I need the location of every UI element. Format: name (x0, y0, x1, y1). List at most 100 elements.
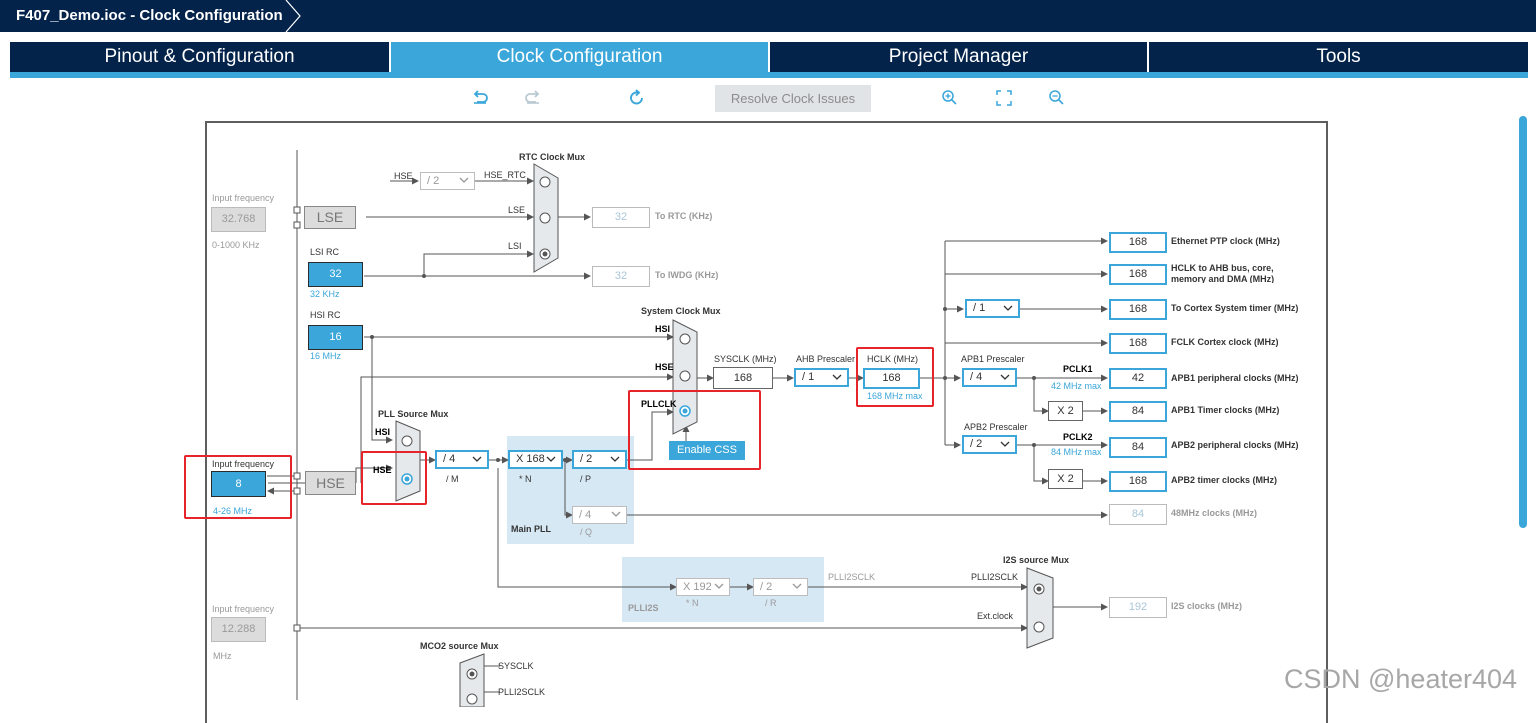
rtc-hse-divider-select[interactable]: / 2 (420, 172, 475, 190)
pll-q-label: / Q (580, 527, 593, 537)
chevron-down-icon (472, 456, 482, 462)
apb2-prescaler-label: APB2 Prescaler (964, 422, 1028, 432)
plli2s-r-divider-select[interactable]: / 2 (753, 578, 808, 596)
rtc-clock-mux-title: RTC Clock Mux (519, 152, 586, 162)
chevron-down-icon (714, 583, 724, 589)
chevron-down-icon (610, 456, 620, 462)
lsi-unit-label: 32 KHz (310, 289, 340, 299)
hclk-ahb-label: HCLK to AHB bus, core, (1171, 263, 1274, 273)
apb2-timer-multiplier: X 2 (1048, 469, 1083, 489)
rtc-lse-label: LSE (508, 205, 526, 215)
i2s-clocks-label: I2S clocks (MHz) (1171, 601, 1243, 611)
pclk1-max-label: 42 MHz max (1051, 381, 1102, 391)
pll-q-divider-select[interactable]: / 4 (572, 506, 627, 524)
rtc-lsi-label: LSI (508, 241, 522, 251)
fclk-cortex-label: FCLK Cortex clock (MHz) (1171, 337, 1279, 347)
pllclk-highlight (628, 390, 761, 470)
chevron-down-icon (546, 456, 556, 462)
sysmux-hse-label: HSE (655, 362, 674, 372)
apb1-timer-clocks-field[interactable]: 84 (1109, 401, 1167, 422)
hse-source-box: HSE (305, 471, 356, 495)
system-clock-mux-title: System Clock Mux (641, 306, 721, 316)
48mhz-clocks-label: 48MHz clocks (MHz) (1171, 508, 1258, 518)
plli2s-label: PLLI2S (628, 603, 659, 613)
plli2s-n-label: * N (686, 598, 699, 608)
hse-rtc-label: HSE_RTC (484, 170, 526, 180)
apb2-peripheral-clocks-label: APB2 peripheral clocks (MHz) (1171, 440, 1299, 450)
ext-unit-label: MHz (213, 651, 232, 661)
apb2-peripheral-clocks-field[interactable]: 84 (1109, 437, 1167, 458)
hclk-highlight (856, 347, 934, 407)
lse-input-frequency-field: 32.768 (211, 207, 266, 232)
lse-range-label: 0-1000 KHz (212, 240, 260, 250)
hsi-rc-label: HSI RC (310, 310, 341, 320)
lsi-rc-label: LSI RC (310, 247, 340, 257)
pll-src-hsi-label: HSI (375, 427, 391, 437)
ext-input-frequency-label: Input frequency (212, 604, 275, 614)
i2s-mux-extclock-label: Ext.clock (977, 611, 1014, 621)
chevron-down-icon (611, 511, 621, 517)
lse-source-box: LSE (304, 206, 356, 229)
fclk-cortex-field[interactable]: 168 (1109, 333, 1167, 354)
mco2-source-mux (459, 653, 485, 707)
ethernet-ptp-clock-label: Ethernet PTP clock (MHz) (1171, 236, 1280, 246)
apb2-prescaler-select[interactable]: / 2 (962, 435, 1017, 454)
apb2-timer-clocks-label: APB2 timer clocks (MHz) (1171, 475, 1278, 485)
chevron-down-icon (832, 374, 842, 380)
to-iwdg-label: To IWDG (KHz) (655, 270, 719, 280)
plli2s-n-multiplier-select[interactable]: X 192 (676, 578, 730, 596)
iwdg-output-field: 32 (592, 266, 650, 287)
sysmux-hsi-label: HSI (655, 324, 671, 334)
cortex-system-timer-field[interactable]: 168 (1109, 299, 1167, 320)
sysclk-value-field[interactable]: 168 (713, 367, 773, 389)
to-rtc-label: To RTC (KHz) (655, 211, 713, 221)
pll-n-multiplier-select[interactable]: X 168 (508, 450, 563, 469)
main-pll-label: Main PLL (511, 524, 551, 534)
pll-p-divider-select[interactable]: / 2 (572, 450, 627, 469)
lse-input-frequency-label: Input frequency (212, 193, 275, 203)
apb1-prescaler-select[interactable]: / 4 (962, 368, 1017, 387)
apb1-timer-multiplier: X 2 (1048, 401, 1083, 421)
ethernet-ptp-clock-field[interactable]: 168 (1109, 232, 1167, 253)
pll-m-label: / M (446, 474, 459, 484)
plli2s-r-label: / R (765, 598, 777, 608)
watermark-text: CSDN @heater404 (1284, 664, 1518, 694)
apb2-timer-clocks-field[interactable]: 168 (1109, 471, 1167, 492)
hse-input-highlight (184, 455, 292, 519)
lsi-rc-value: 32 (308, 262, 363, 287)
rtc-hse-label: HSE (394, 171, 413, 181)
pclk1-label: PCLK1 (1063, 364, 1093, 374)
i2s-mux-plli2sclk-label: PLLI2SCLK (971, 572, 1019, 582)
pclk2-label: PCLK2 (1063, 432, 1093, 442)
mco2-sysclk-label: SYSCLK (498, 661, 534, 671)
pclk2-max-label: 84 MHz max (1051, 447, 1102, 457)
pll-m-divider-select[interactable]: / 4 (435, 450, 489, 469)
chevron-down-icon (1000, 441, 1010, 447)
pll-n-label: * N (519, 474, 532, 484)
chevron-down-icon (1000, 374, 1010, 380)
apb1-timer-clocks-label: APB1 Timer clocks (MHz) (1171, 405, 1280, 415)
ahb-prescaler-select[interactable]: / 1 (794, 368, 849, 387)
48mhz-clocks-field: 84 (1109, 504, 1167, 525)
rtc-output-field: 32 (592, 207, 650, 228)
rtc-clock-mux (533, 163, 559, 273)
chevron-down-icon (792, 583, 802, 589)
ahb-prescaler-label: AHB Prescaler (796, 354, 856, 364)
chevron-down-icon (459, 177, 469, 183)
pll-source-mux-title: PLL Source Mux (378, 409, 449, 419)
i2s-source-mux-title: I2S source Mux (1003, 555, 1070, 565)
hsi-rc-value: 16 (308, 325, 363, 350)
apb1-peripheral-clocks-label: APB1 peripheral clocks (MHz) (1171, 373, 1299, 383)
cortex-timer-divider-select[interactable]: / 1 (965, 299, 1020, 318)
chevron-down-icon (1003, 305, 1013, 311)
hsi-unit-label: 16 MHz (310, 351, 342, 361)
i2s-source-mux (1026, 567, 1054, 649)
hclk-ahb-label-line2: memory and DMA (MHz) (1171, 274, 1275, 283)
plli2sclk-wire-label: PLLI2SCLK (828, 572, 876, 582)
ext-input-frequency-field: 12.288 (211, 617, 266, 642)
apb1-prescaler-label: APB1 Prescaler (961, 354, 1025, 364)
mco2-source-mux-title: MCO2 source Mux (420, 641, 499, 651)
apb1-peripheral-clocks-field[interactable]: 42 (1109, 368, 1167, 389)
pll-source-hse-highlight (361, 451, 427, 505)
hclk-ahb-field[interactable]: 168 (1109, 264, 1167, 285)
